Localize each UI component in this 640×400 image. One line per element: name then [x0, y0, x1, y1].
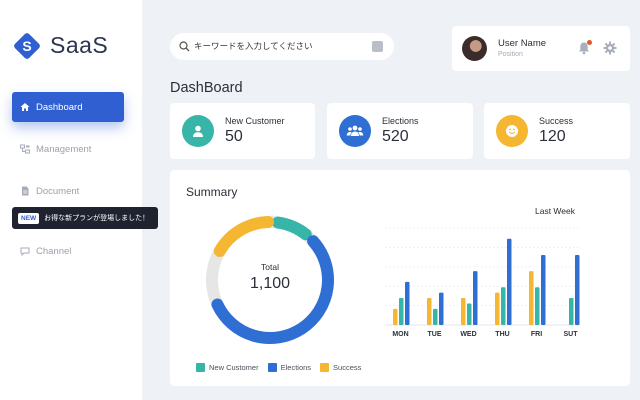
bar-fri-new-customer[interactable]: [535, 287, 540, 325]
gear-icon[interactable]: [603, 41, 617, 55]
legend-swatch: [320, 363, 330, 372]
sidebar-item-management[interactable]: Management: [12, 134, 124, 164]
search-input[interactable]: [194, 41, 372, 52]
new-badge: NEW: [18, 212, 40, 224]
bar-wed-new-customer[interactable]: [467, 303, 472, 325]
legend-label: New Customer: [209, 363, 259, 372]
bar-wed-elections[interactable]: [473, 271, 478, 325]
legend-label: Success: [333, 363, 362, 372]
new-plan-tooltip: NEW お得な新プランが登場しました！: [12, 207, 158, 229]
page-title: DashBoard: [170, 80, 243, 96]
sidebar-item-channel[interactable]: Channel: [12, 236, 124, 266]
stat-icon-circle: [339, 115, 371, 147]
bar-sut-new-customer[interactable]: [569, 298, 574, 325]
sidebar-item-label: Document: [36, 185, 80, 197]
x-tick-label: THU: [495, 331, 509, 338]
donut-total-value: 1,100: [249, 275, 291, 292]
bar-fri-elections[interactable]: [541, 254, 546, 325]
stat-value: 120: [539, 128, 566, 145]
x-tick-label: SUT: [564, 331, 579, 338]
keyboard-icon[interactable]: [372, 41, 383, 52]
stat-card-success[interactable]: Success 120: [484, 103, 630, 159]
bar-chart-title: Last Week: [535, 206, 576, 216]
bar-fri-success[interactable]: [529, 271, 534, 325]
stat-card-new-customer[interactable]: New Customer 50: [170, 103, 315, 159]
group-icon: [346, 125, 364, 136]
logo-mark: S: [12, 31, 42, 60]
org-chart-icon: [20, 144, 30, 154]
brand-name: SaaS: [50, 32, 109, 58]
legend-item-success: Success: [320, 363, 361, 372]
bar-chart: MON TUE WED THU FRI SUT: [385, 227, 580, 338]
legend-item-new-customer: New Customer: [196, 363, 259, 372]
x-tick-label: FRI: [531, 331, 542, 338]
donut-total-label: Total: [261, 262, 279, 272]
stat-label: New Customer: [225, 116, 285, 126]
legend-label: Elections: [280, 363, 312, 372]
donut-slice-new-customer[interactable]: [272, 216, 312, 241]
sidebar-nav: Dashboard Management Document Channel: [12, 92, 124, 278]
stat-label: Elections: [382, 116, 419, 126]
donut-chart: Total 1,100: [200, 210, 340, 350]
home-icon: [20, 103, 30, 111]
x-tick-label: TUE: [428, 331, 442, 338]
sidebar-item-dashboard[interactable]: Dashboard: [12, 92, 124, 122]
smile-icon: [506, 125, 518, 137]
bar-mon-new-customer[interactable]: [399, 298, 404, 325]
bar-thu-new-customer[interactable]: [501, 287, 506, 325]
bar-mon-elections[interactable]: [405, 281, 410, 325]
search-bar: [170, 33, 394, 60]
sidebar-item-document[interactable]: Document: [12, 176, 124, 206]
notification-dot: [587, 40, 592, 45]
bar-tue-elections[interactable]: [439, 292, 444, 325]
sidebar-item-label: Dashboard: [36, 101, 83, 113]
bar-tue-new-customer[interactable]: [433, 308, 438, 325]
bar-sut-elections[interactable]: [575, 254, 580, 325]
summary-card: Summary Total 1,100 New Customer Electio…: [170, 170, 630, 386]
brand-logo[interactable]: S SaaS: [12, 31, 109, 60]
x-tick-label: MON: [392, 331, 408, 338]
bar-thu-success[interactable]: [495, 292, 500, 325]
bar-mon-success[interactable]: [393, 308, 398, 325]
avatar[interactable]: [462, 36, 487, 61]
user-position: Position: [498, 51, 523, 58]
sidebar: S SaaS Dashboard Management Document Cha…: [0, 0, 142, 400]
stat-icon-circle: [182, 115, 214, 147]
summary-title: Summary: [186, 185, 238, 199]
legend-swatch: [196, 363, 205, 372]
stat-value: 520: [382, 128, 409, 145]
stat-icon-circle: [496, 115, 528, 147]
stat-label: Success: [539, 116, 574, 126]
channel-icon: [20, 247, 30, 256]
donut-legend: New Customer Elections Success: [196, 363, 370, 372]
search-icon: [179, 41, 190, 52]
donut-slice-success[interactable]: [213, 216, 274, 257]
document-icon: [22, 186, 29, 196]
legend-swatch: [267, 363, 277, 372]
legend-item-elections: Elections: [267, 363, 312, 372]
logo-letter: S: [22, 37, 32, 54]
stat-card-elections[interactable]: Elections 520: [327, 103, 473, 159]
x-tick-label: WED: [460, 331, 476, 338]
user-name: User Name: [498, 38, 547, 49]
bar-wed-success[interactable]: [461, 298, 466, 325]
stat-value: 50: [225, 128, 243, 145]
bar-thu-elections[interactable]: [507, 238, 512, 325]
sidebar-item-label: Management: [36, 143, 92, 155]
bar-tue-success[interactable]: [427, 298, 432, 325]
person-icon: [193, 125, 203, 137]
user-panel: User Name Position: [452, 26, 630, 71]
sidebar-item-label: Channel: [36, 245, 72, 257]
tooltip-text: お得な新プランが登場しました！: [44, 215, 150, 222]
